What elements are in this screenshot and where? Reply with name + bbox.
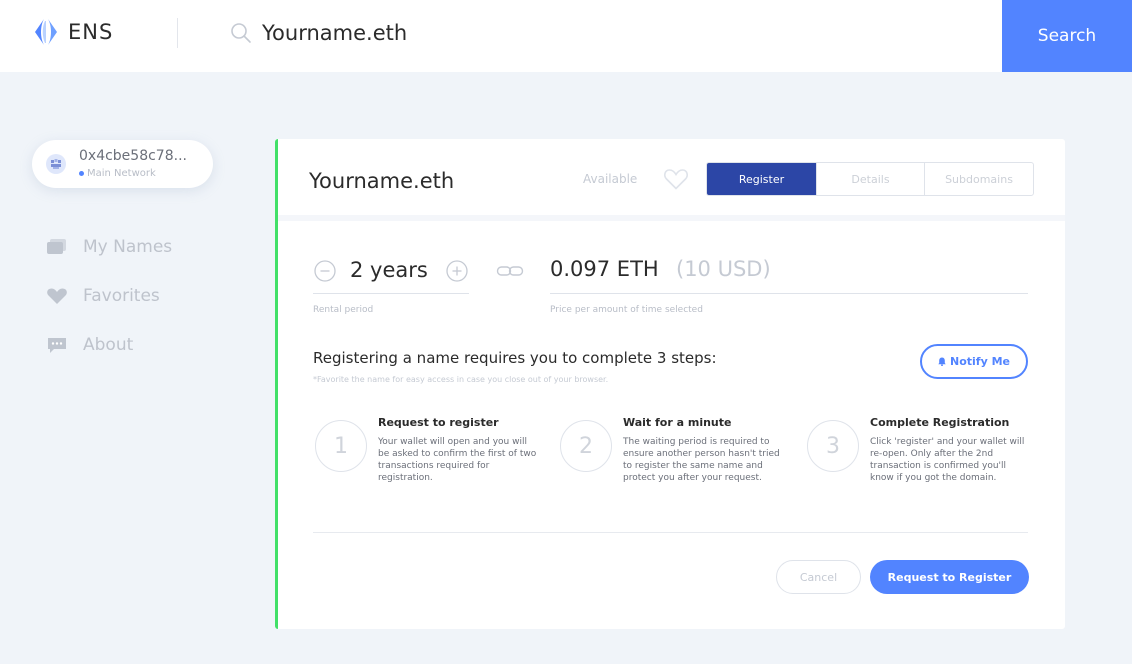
sidebar-item-about[interactable]: About (46, 328, 172, 362)
step-title: Wait for a minute (623, 416, 732, 429)
tab-register[interactable]: Register (707, 163, 817, 195)
network-status-dot (79, 171, 84, 176)
step-description: Your wallet will open and you will be as… (378, 437, 537, 483)
tab-subdomains[interactable]: Subdomains (925, 163, 1033, 195)
ens-logo[interactable]: ENS (30, 16, 113, 48)
step-description: The waiting period is required to ensure… (623, 437, 780, 483)
availability-status: Available (583, 172, 638, 186)
divider (550, 293, 1028, 294)
logo-text: ENS (68, 20, 114, 44)
sidebar-item-label: My Names (83, 237, 173, 257)
rental-period-caption: Rental period (313, 305, 374, 315)
step-number: 2 (560, 420, 612, 472)
link-icon (496, 266, 524, 276)
search-input[interactable] (262, 17, 962, 49)
ens-logo-icon (35, 19, 57, 45)
header-divider (177, 18, 178, 48)
sidebar-nav: My Names Favorites About (46, 230, 172, 377)
steps-note: *Favorite the name for easy access in ca… (313, 375, 609, 384)
network-indicator: Main Network (79, 168, 156, 179)
step-number: 3 (807, 420, 859, 472)
top-bar: ENS Search (0, 0, 1132, 72)
price-caption: Price per amount of time selected (550, 305, 703, 315)
price-eth: 0.097 ETH (550, 257, 659, 281)
step-number: 1 (315, 420, 367, 472)
rental-years-value: 2 years (350, 258, 428, 282)
card-header: Yourname.eth Available Register Details … (278, 139, 1065, 221)
sidebar-item-label: About (83, 335, 134, 355)
account-address: 0x4cbe58c78... (79, 148, 187, 164)
network-label: Main Network (87, 168, 156, 179)
request-to-register-button[interactable]: Request to Register (870, 560, 1029, 594)
favorite-heart-icon[interactable] (663, 167, 689, 191)
blockie-icon (51, 159, 61, 169)
notify-me-button[interactable]: Notify Me (920, 344, 1028, 379)
price-usd: (10 USD) (676, 257, 771, 281)
account-pill[interactable]: 0x4cbe58c78... Main Network (32, 140, 213, 188)
increase-years-button[interactable] (446, 260, 468, 282)
steps-heading: Registering a name requires you to compl… (313, 349, 717, 367)
cards-icon (47, 239, 66, 254)
sidebar-item-favorites[interactable]: Favorites (46, 279, 172, 313)
sidebar-item-my-names[interactable]: My Names (46, 230, 172, 264)
bell-icon (938, 357, 946, 366)
speech-bubble-icon (48, 338, 66, 353)
tab-details[interactable]: Details (817, 163, 925, 195)
sidebar-item-label: Favorites (83, 286, 160, 306)
step-title: Complete Registration (870, 416, 1010, 429)
name-register-card: Yourname.eth Available Register Details … (275, 139, 1065, 629)
search-icon (231, 23, 251, 43)
avatar (46, 154, 66, 174)
divider (313, 532, 1028, 533)
decrease-years-button[interactable] (314, 260, 336, 282)
step-description: Click 'register' and your wallet will re… (870, 437, 1025, 483)
divider (313, 293, 469, 294)
notify-me-label: Notify Me (950, 355, 1010, 368)
heart-icon (47, 288, 67, 304)
search-button[interactable]: Search (1002, 0, 1132, 72)
domain-tabs: Register Details Subdomains (706, 162, 1034, 196)
domain-title: Yourname.eth (309, 169, 455, 193)
step-title: Request to register (378, 416, 499, 429)
cancel-button[interactable]: Cancel (776, 560, 861, 594)
